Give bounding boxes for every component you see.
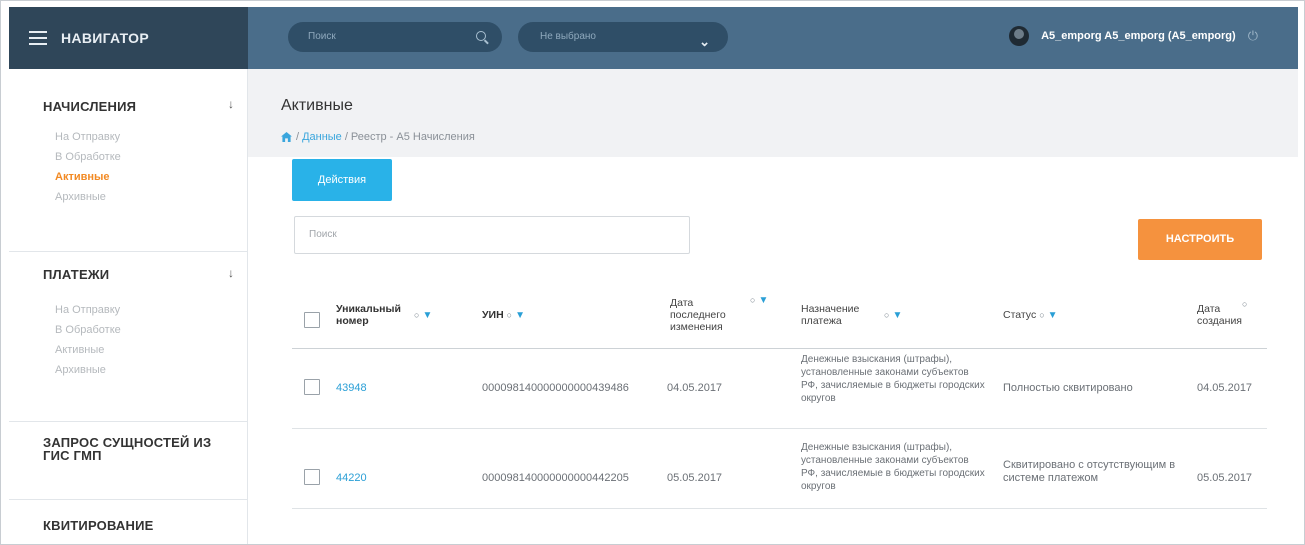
column-header-created[interactable]: Дата создания ○ xyxy=(1197,281,1267,349)
main-content: Активные / Данные / Реестр - A5 Начислен… xyxy=(248,69,1298,544)
top-bar: Поиск Не выбрано ⌄ A5_emporg A5_emporg (… xyxy=(248,7,1298,69)
column-header-purpose[interactable]: Назначение платежа ○ ▼ xyxy=(801,281,951,349)
table-row[interactable]: 44220 000098140000000000442205 05.05.201… xyxy=(292,429,1267,509)
filter-icon[interactable]: ▼ xyxy=(1048,310,1058,321)
user-name[interactable]: A5_emporg A5_emporg (A5_emporg) xyxy=(1041,30,1236,42)
sidebar: НАЧИСЛЕНИЯ ↓ На Отправку В Обработке Акт… xyxy=(9,69,248,544)
column-header-label: Дата последнего изменения xyxy=(670,297,726,333)
filter-icon[interactable]: ▼ xyxy=(892,310,902,321)
sort-icon[interactable]: ○ xyxy=(507,310,512,320)
logout-icon[interactable]: ⏻ xyxy=(1248,28,1258,44)
purpose-cell: Денежные взыскания (штрафы), установленн… xyxy=(801,442,985,492)
table-row[interactable]: 43948 000098140000000000439486 04.05.201… xyxy=(292,349,1267,429)
home-icon[interactable] xyxy=(281,132,292,142)
sort-icon[interactable]: ○ xyxy=(1242,299,1247,309)
app-window: НАВИГАТОР Поиск Не выбрано ⌄ A5_emporg A… xyxy=(0,0,1305,545)
column-header-label: УИН xyxy=(482,309,504,321)
user-menu[interactable]: A5_emporg A5_emporg (A5_emporg) ⏻ xyxy=(1009,26,1258,46)
uin-cell: 000098140000000000442205 xyxy=(482,472,629,484)
purpose-cell: Денежные взыскания (штрафы), установленн… xyxy=(801,354,985,404)
status-cell: Сквитировано с отсутствующим в системе п… xyxy=(1003,459,1176,484)
brand-title: НАВИГАТОР xyxy=(61,30,149,46)
sidebar-section-reconciliation: КВИТИРОВАНИЕ xyxy=(9,500,248,544)
sidebar-section-title[interactable]: ПЛАТЕЖИ xyxy=(43,267,109,282)
column-header-label: Статус xyxy=(1003,309,1037,321)
sidebar-section-title[interactable]: КВИТИРОВАНИЕ xyxy=(43,518,154,533)
table-search-input[interactable]: Поиск xyxy=(294,216,690,254)
page-header: Активные / Данные / Реестр - A5 Начислен… xyxy=(248,69,1298,157)
menu-icon[interactable] xyxy=(29,31,47,45)
unique-number-link[interactable]: 43948 xyxy=(336,382,367,395)
sidebar-section-payments: ПЛАТЕЖИ ↓ На Отправку В Обработке Активн… xyxy=(9,252,248,422)
sidebar-item-processing[interactable]: В Обработке xyxy=(55,324,121,336)
sort-icon[interactable]: ○ xyxy=(750,295,755,305)
select-all-checkbox[interactable] xyxy=(304,312,320,328)
breadcrumb: / Данные / Реестр - A5 Начисления xyxy=(281,131,475,143)
search-icon[interactable] xyxy=(476,31,486,41)
sidebar-section-gis-request: ЗАПРОС СУЩНОСТЕЙ ИЗ ГИС ГМП xyxy=(9,422,248,500)
column-header-label: Дата создания xyxy=(1197,303,1242,327)
table-header: Уникальный номер ○ ▼ УИН ○ ▼ Дата последне… xyxy=(292,281,1267,349)
configure-button[interactable]: НАСТРОИТЬ xyxy=(1138,219,1262,260)
breadcrumb-separator: / xyxy=(296,131,300,143)
column-header-uin[interactable]: УИН ○ ▼ xyxy=(482,281,582,349)
chevron-down-icon: ⌄ xyxy=(699,34,710,49)
row-checkbox[interactable] xyxy=(304,379,320,395)
sidebar-item-archive[interactable]: Архивные xyxy=(55,191,106,203)
column-header-label: Назначение платежа xyxy=(801,303,860,327)
sort-icon[interactable]: ○ xyxy=(1039,310,1044,320)
sort-icon[interactable]: ○ xyxy=(884,310,889,320)
sidebar-item-active[interactable]: Активные xyxy=(55,171,110,183)
expand-arrow-icon[interactable]: ↓ xyxy=(228,266,234,280)
filter-icon[interactable]: ▼ xyxy=(422,310,432,321)
sidebar-item-active[interactable]: Активные xyxy=(55,344,104,356)
charges-table: Уникальный номер ○ ▼ УИН ○ ▼ Дата последне… xyxy=(292,281,1267,509)
column-header-unique-number[interactable]: Уникальный номер ○ ▼ xyxy=(336,281,451,349)
column-header-modified[interactable]: Дата последнего изменения ○ ▼ xyxy=(670,281,785,349)
breadcrumb-link-data[interactable]: Данные xyxy=(302,131,342,143)
filter-icon[interactable]: ▼ xyxy=(758,295,768,306)
global-search-placeholder: Поиск xyxy=(308,31,336,42)
sidebar-section-title[interactable]: ЗАПРОС СУЩНОСТЕЙ ИЗ ГИС ГМП xyxy=(43,436,213,462)
actions-button[interactable]: Действия xyxy=(292,159,392,201)
created-date-cell: 04.05.2017 xyxy=(1197,382,1253,394)
breadcrumb-current: Реестр - A5 Начисления xyxy=(350,131,475,143)
modified-date-cell: 05.05.2017 xyxy=(667,472,723,484)
filter-icon[interactable]: ▼ xyxy=(515,310,525,321)
expand-arrow-icon[interactable]: ↓ xyxy=(228,97,234,111)
sidebar-item-archive[interactable]: Архивные xyxy=(55,364,106,376)
sidebar-item-to-send[interactable]: На Отправку xyxy=(55,304,120,316)
sidebar-section-title[interactable]: НАЧИСЛЕНИЯ xyxy=(43,99,136,114)
global-search-input[interactable]: Поиск xyxy=(288,22,502,52)
row-checkbox[interactable] xyxy=(304,469,320,485)
org-select[interactable]: Не выбрано ⌄ xyxy=(518,22,728,52)
navigator-header: НАВИГАТОР xyxy=(9,7,248,69)
sort-icon[interactable]: ○ xyxy=(414,310,419,320)
column-header-status[interactable]: Статус ○ ▼ xyxy=(1003,281,1113,349)
status-cell: Полностью сквитировано xyxy=(1003,382,1133,394)
column-header-label: Уникальный номер xyxy=(336,303,401,327)
sidebar-item-processing[interactable]: В Обработке xyxy=(55,151,121,163)
sidebar-section-charges: НАЧИСЛЕНИЯ ↓ На Отправку В Обработке Акт… xyxy=(9,69,248,252)
modified-date-cell: 04.05.2017 xyxy=(667,382,723,394)
unique-number-link[interactable]: 44220 xyxy=(336,472,367,485)
avatar xyxy=(1009,26,1030,46)
page-title: Активные xyxy=(281,97,353,114)
org-select-value: Не выбрано xyxy=(540,31,596,42)
uin-cell: 000098140000000000439486 xyxy=(482,382,629,394)
breadcrumb-separator: / xyxy=(344,131,348,143)
created-date-cell: 05.05.2017 xyxy=(1197,472,1253,484)
sidebar-item-to-send[interactable]: На Отправку xyxy=(55,131,120,143)
